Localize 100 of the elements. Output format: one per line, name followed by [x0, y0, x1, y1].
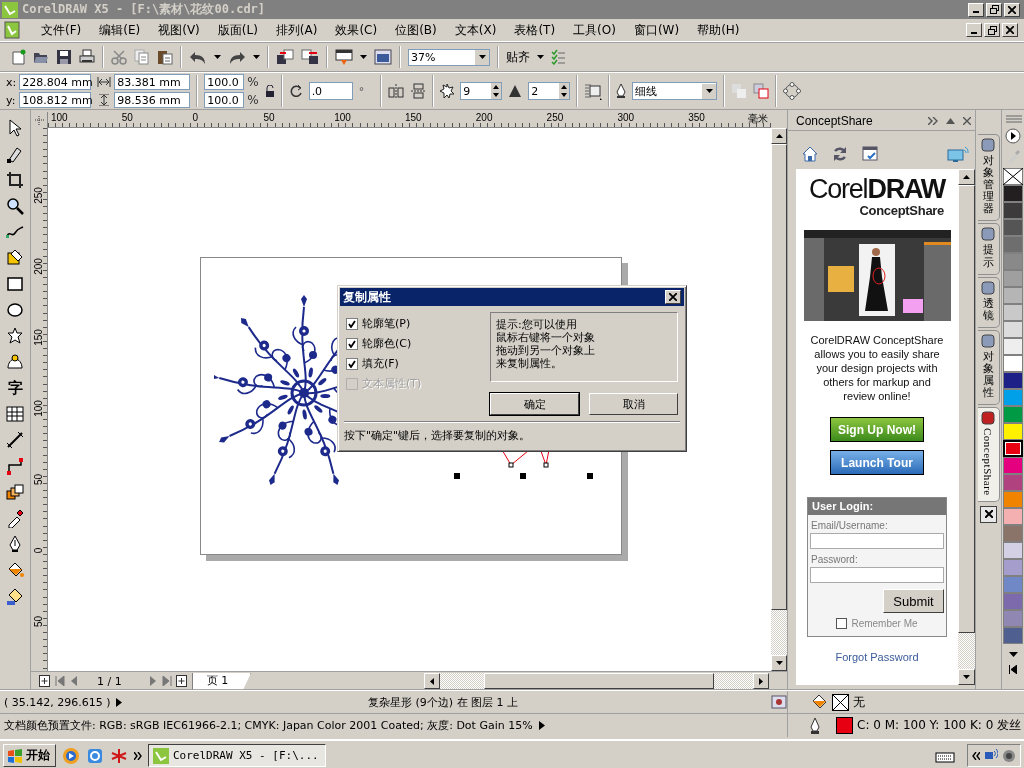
browser-window-icon[interactable] — [862, 146, 878, 162]
lock-icon[interactable] — [264, 85, 275, 97]
menu-item[interactable]: 视图(V) — [151, 21, 207, 39]
color-swatch[interactable] — [1003, 457, 1023, 474]
width-field[interactable]: 83.381 mm — [114, 74, 191, 90]
submit-button[interactable]: Submit — [883, 589, 944, 613]
outline-width-dropdown[interactable]: 细线 — [632, 82, 718, 100]
caret-icon[interactable] — [360, 55, 367, 59]
close-icon[interactable] — [963, 117, 971, 125]
caret-icon[interactable] — [253, 55, 260, 59]
flower-icon[interactable] — [110, 746, 128, 765]
export-icon[interactable] — [301, 49, 319, 65]
speaker-icon[interactable] — [1002, 748, 1016, 763]
checkbox-label[interactable]: 轮廓笔(P) — [362, 316, 411, 331]
scroll-right-icon[interactable] — [759, 677, 763, 685]
color-swatch[interactable] — [1003, 508, 1023, 525]
color-swatch[interactable] — [1003, 372, 1023, 389]
points-field[interactable]: 9 — [460, 82, 503, 100]
page-tab[interactable]: 页 1 — [191, 672, 252, 690]
first-page-icon[interactable] — [55, 676, 65, 686]
selection-handle[interactable] — [454, 473, 460, 479]
selection-handle[interactable] — [587, 473, 593, 479]
refresh-icon[interactable] — [832, 146, 848, 162]
checkbox[interactable] — [346, 337, 358, 350]
monitor-signal-icon[interactable] — [947, 145, 969, 163]
color-swatch[interactable] — [1003, 406, 1023, 423]
scroll-thumb[interactable] — [484, 673, 714, 689]
restore-button[interactable] — [984, 23, 1000, 37]
color-swatch[interactable] — [1003, 576, 1023, 593]
color-swatch[interactable] — [1003, 185, 1023, 202]
redo-icon[interactable] — [228, 49, 246, 65]
color-swatch[interactable] — [1003, 270, 1023, 287]
checkbox[interactable] — [346, 357, 358, 370]
eyedropper-icon[interactable] — [5, 508, 25, 528]
rotation-field[interactable]: .0 — [308, 82, 353, 100]
menu-item[interactable]: 表格(T) — [507, 21, 563, 39]
color-swatch[interactable] — [1003, 559, 1023, 576]
chevron-right-icon[interactable] — [134, 751, 142, 760]
rectangle-icon[interactable] — [5, 274, 25, 294]
browser-icon[interactable] — [86, 746, 104, 765]
menu-item[interactable]: 版面(L) — [210, 21, 265, 39]
expand-arrow-icon[interactable] — [538, 721, 545, 730]
docker-tab[interactable]: 透镜 — [977, 276, 1000, 328]
color-swatch[interactable] — [1003, 491, 1023, 508]
caret-icon[interactable] — [705, 89, 713, 93]
dialog-button[interactable]: 取消 — [589, 393, 678, 415]
checkbox[interactable] — [346, 317, 358, 330]
color-swatch[interactable] — [1003, 236, 1023, 253]
menu-item[interactable]: 窗口(W) — [626, 21, 687, 39]
x-position-field[interactable]: 228.804 mm — [19, 74, 92, 90]
gradient-bucket-icon[interactable] — [5, 586, 25, 606]
color-swatch[interactable] — [1003, 389, 1023, 406]
menu-item[interactable]: 位图(B) — [388, 21, 444, 39]
color-swatch[interactable] — [1003, 423, 1023, 440]
paste-icon[interactable] — [157, 49, 173, 65]
menu-item[interactable]: 文件(F) — [34, 21, 89, 39]
play-icon[interactable] — [1005, 128, 1021, 144]
import-icon[interactable] — [276, 49, 294, 65]
taskbar-button[interactable]: CorelDRAW X5 - [F:\... — [148, 744, 326, 767]
dialog-button[interactable]: 确定 — [490, 393, 579, 415]
color-swatch[interactable] — [1003, 525, 1023, 542]
no-color-swatch[interactable] — [1003, 168, 1023, 185]
color-swatch[interactable] — [1003, 474, 1023, 491]
color-swatch[interactable] — [1003, 287, 1023, 304]
crop-icon[interactable] — [5, 170, 25, 190]
password-input[interactable] — [810, 567, 944, 583]
docker-tab[interactable]: 对象管理器 — [977, 134, 1000, 222]
last-page-icon[interactable] — [161, 676, 172, 686]
welcome-screen-icon[interactable] — [374, 49, 392, 65]
caret-icon[interactable] — [214, 55, 221, 59]
dimension-icon[interactable] — [5, 430, 25, 450]
front-minus-back-icon[interactable] — [753, 83, 770, 99]
color-swatch[interactable] — [1003, 321, 1023, 338]
checkbox-label[interactable]: 填充(F) — [362, 356, 399, 371]
caret-icon[interactable] — [478, 55, 486, 59]
spinner-icon[interactable] — [491, 83, 502, 99]
launch-tour-button[interactable]: Launch Tour — [830, 450, 924, 475]
scroll-down-icon[interactable] — [1008, 652, 1018, 657]
save-icon[interactable] — [56, 49, 72, 65]
checklist-icon[interactable] — [551, 49, 565, 65]
spinner-icon[interactable] — [559, 83, 570, 99]
smart-fill-icon[interactable] — [5, 248, 25, 268]
application-launcher-icon[interactable] — [335, 49, 353, 65]
collapse-icon[interactable] — [946, 118, 955, 124]
scroll-left-icon[interactable] — [430, 677, 434, 685]
text-wrap-icon[interactable] — [584, 82, 603, 100]
table-icon[interactable] — [5, 404, 25, 424]
new-document-icon[interactable] — [10, 49, 26, 65]
menu-item[interactable]: 工具(O) — [566, 21, 623, 39]
add-page-icon[interactable] — [39, 675, 51, 687]
text-tool[interactable]: 字 — [7, 378, 23, 398]
color-swatch[interactable] — [1003, 338, 1023, 355]
chevron-left-icon[interactable] — [972, 751, 980, 760]
ellipse-icon[interactable] — [5, 300, 25, 320]
docker-tab[interactable]: 提示 — [977, 223, 1000, 275]
menu-item[interactable]: 编辑(E) — [92, 21, 148, 39]
expand-palette-icon[interactable] — [1009, 665, 1017, 674]
minimize-button[interactable] — [966, 23, 982, 37]
expand-arrow-icon[interactable] — [116, 697, 122, 707]
menu-item[interactable]: 帮助(H) — [690, 21, 747, 39]
